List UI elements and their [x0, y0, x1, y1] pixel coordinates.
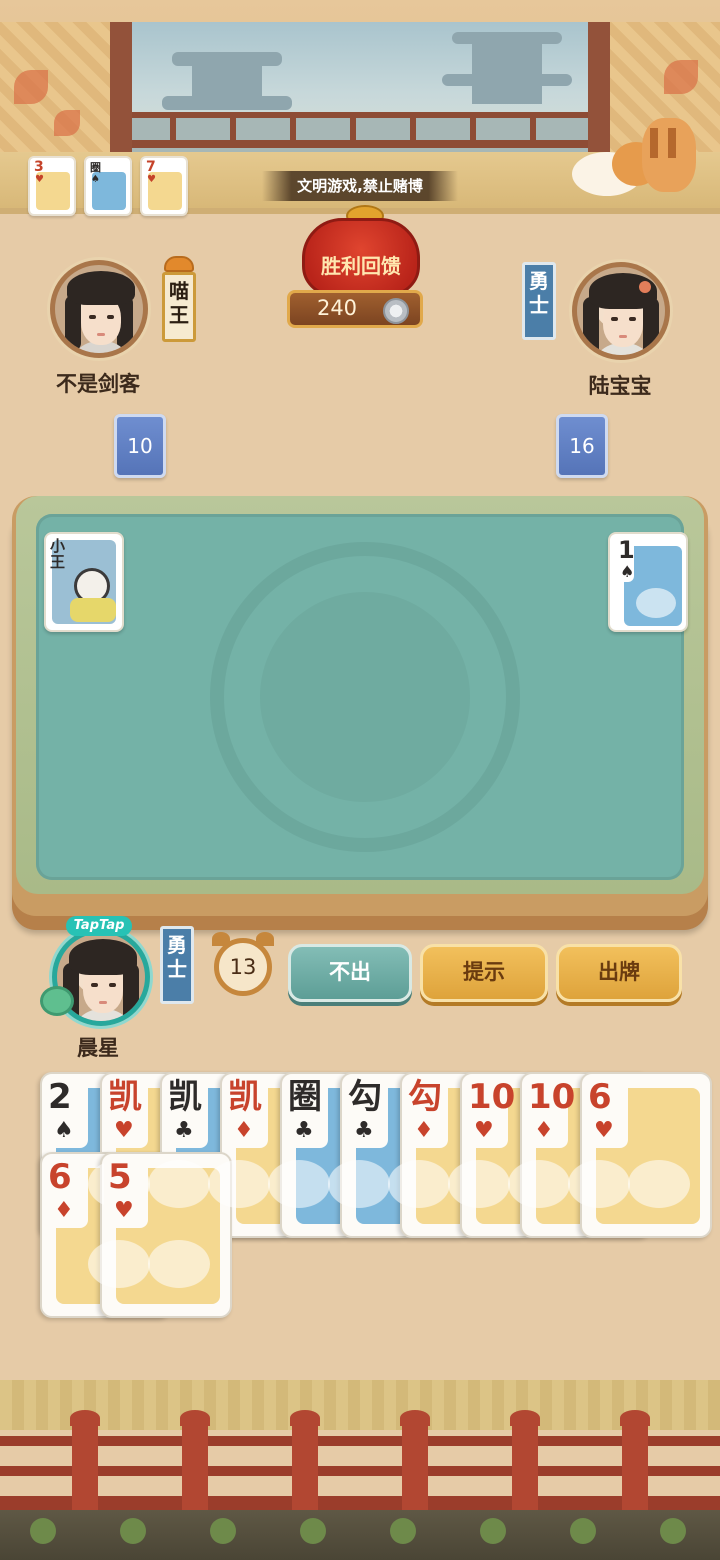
mini-card-rank: 7 [146, 159, 156, 175]
mini-card: 3 ♥ [28, 156, 76, 216]
card-suit: ♥ [474, 1118, 494, 1143]
mini-card: 圈 ♠ [84, 156, 132, 216]
mini-card-rank: 3 [34, 159, 44, 175]
card-rank: 6 [588, 1077, 612, 1117]
jade-ornament-icon [40, 986, 74, 1016]
card-rank: 凯 [228, 1077, 262, 1117]
mini-card-suit: ♠ [91, 174, 100, 185]
card-rank: 10 [528, 1077, 576, 1117]
crown-icon [164, 256, 194, 272]
title-tag-self: 勇士 [160, 926, 194, 1004]
card-rank: 10 [468, 1077, 516, 1117]
card-rank: 圈 [288, 1077, 322, 1117]
maple-leaf-icon [664, 60, 698, 94]
player-name-left: 不是剑客 [56, 372, 140, 396]
card-rank: 6 [48, 1157, 72, 1197]
mini-card-suit: ♥ [147, 174, 156, 185]
card-suit: ♠ [54, 1118, 74, 1143]
railing [132, 140, 588, 148]
card-rank: 凯 [168, 1077, 202, 1117]
played-card-rank: 1 [618, 536, 635, 564]
card-suit: ♣ [294, 1118, 314, 1143]
timer-value: 13 [214, 938, 272, 996]
card-count-left: 10 [114, 414, 166, 478]
maple-leaf-icon [14, 70, 48, 104]
play-button[interactable]: 出牌 [556, 944, 682, 1002]
turn-timer: 13 [210, 932, 276, 1002]
card-suit: ♥ [114, 1118, 134, 1143]
hand-area: 2 ♠ 凯 ♥ 凯 ♣ 凯 ♦ 圈 ♣ 勾 ♣ 勾 ♦ 10 ♥ 10 ♦ 6 … [0, 1070, 720, 1320]
pass-button[interactable]: 不出 [288, 944, 412, 1002]
title-tag-left: 喵王 [162, 272, 196, 342]
cats-decoration [572, 118, 712, 198]
card-rank: 2 [48, 1077, 72, 1117]
card-count-right: 16 [556, 414, 608, 478]
prize-label: 胜利回馈 [321, 254, 401, 278]
maple-leaf-icon [54, 110, 80, 136]
mini-card-rank: 圈 [90, 161, 101, 174]
card-rank: 勾 [408, 1077, 442, 1117]
ground [0, 1510, 720, 1560]
hand-card[interactable]: 6 ♥ [580, 1072, 712, 1238]
card-suit: ♥ [114, 1198, 134, 1223]
hint-button[interactable]: 提示 [420, 944, 548, 1002]
card-suit: ♦ [234, 1118, 254, 1143]
avatar-left-player[interactable] [50, 260, 148, 358]
joker-label: 小王 [50, 537, 66, 571]
avatar-right-player[interactable] [572, 262, 670, 360]
fence-rail [0, 1496, 720, 1510]
card-suit: ♦ [534, 1118, 554, 1143]
mini-card: 7 ♥ [140, 156, 188, 216]
card-suit: ♣ [174, 1118, 194, 1143]
floor-band [0, 1380, 720, 1430]
played-card-suit: ♠ [620, 562, 635, 581]
title-tag-right: 勇士 [522, 262, 556, 340]
player-name-right: 陆宝宝 [588, 374, 652, 398]
card-suit: ♦ [54, 1198, 74, 1223]
card-rank: 凯 [108, 1077, 142, 1117]
card-suit: ♣ [354, 1118, 374, 1143]
card-suit: ♦ [414, 1118, 434, 1143]
fence-rail [0, 1466, 720, 1476]
player-name-self: 晨星 [77, 1036, 119, 1060]
played-card-right: 1 ♠ [608, 532, 688, 632]
table-emblem-center [260, 592, 470, 802]
taptap-badge: TapTap [66, 916, 132, 936]
prize-value: 240 [316, 296, 358, 320]
card-suit: ♥ [594, 1118, 614, 1143]
fence-rail [0, 1436, 720, 1446]
card-rank: 勾 [348, 1077, 382, 1117]
coin-icon [383, 298, 409, 324]
railing [132, 112, 588, 118]
played-card-left: 小王 [44, 532, 124, 632]
mini-card-suit: ♥ [35, 174, 44, 185]
fair-play-notice: 文明游戏,禁止赌博 [262, 171, 458, 201]
card-rank: 5 [108, 1157, 132, 1197]
